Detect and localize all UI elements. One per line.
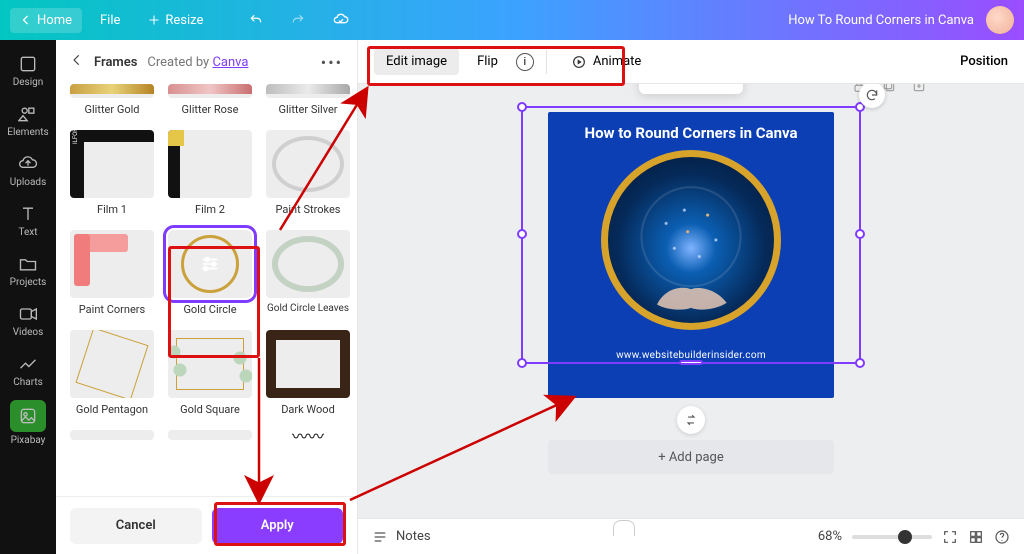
elements-icon (18, 104, 38, 124)
frame-gold-square[interactable]: Gold Square (168, 330, 252, 426)
add-page-button[interactable]: + Add page (548, 440, 834, 474)
frame-dark-wood[interactable]: Dark Wood (266, 330, 350, 426)
file-menu[interactable]: File (90, 8, 130, 33)
frame-more-1[interactable] (70, 430, 154, 440)
delete-button[interactable] (677, 84, 705, 88)
rail-projects[interactable]: Projects (0, 246, 56, 296)
frame-gold-circle[interactable]: Gold Circle (168, 230, 252, 326)
pixabay-icon (10, 400, 46, 432)
home-label: Home (37, 13, 72, 28)
panel-title: Frames (94, 55, 137, 70)
projects-icon (18, 254, 38, 274)
frame-gold-circle-leaves[interactable]: Gold Circle Leaves (266, 230, 350, 326)
frames-grid[interactable]: Glitter Gold Glitter Rose Glitter Silver… (56, 84, 357, 496)
rail-elements[interactable]: Elements (0, 96, 56, 146)
frame-more-3[interactable]: 〰〰 (266, 430, 350, 440)
text-icon (18, 204, 38, 224)
frame-film-1[interactable]: ILFORD Film 1 (70, 130, 154, 226)
selection-box[interactable]: ••• (521, 106, 861, 364)
chevron-left-icon (70, 53, 84, 67)
charts-icon (18, 354, 38, 374)
animate-icon (571, 54, 587, 70)
rail-charts[interactable]: Charts (0, 346, 56, 396)
home-button[interactable]: Home (10, 8, 82, 33)
sliders-icon (199, 253, 221, 275)
zoom-value[interactable]: 68% (818, 529, 842, 544)
redo-button[interactable] (281, 8, 315, 32)
cloud-sync-button[interactable] (323, 7, 359, 33)
undo-icon (249, 13, 263, 27)
frame-paint-corners[interactable]: Paint Corners (70, 230, 154, 326)
handle-ml[interactable] (517, 229, 527, 239)
page-tab-handle[interactable] (613, 520, 635, 536)
notes-button[interactable]: Notes (372, 529, 431, 545)
position-button[interactable]: Position (960, 54, 1008, 69)
document-title[interactable]: How To Round Corners in Canva (788, 13, 974, 28)
rail-videos[interactable]: Videos (0, 296, 56, 346)
handle-mr[interactable] (855, 229, 865, 239)
new-page-icon[interactable] (911, 84, 927, 94)
panel-byline: Created by Canva (147, 55, 248, 70)
zoom-knob[interactable] (898, 530, 912, 544)
duplicate-button[interactable] (645, 84, 673, 88)
info-icon[interactable]: i (516, 53, 534, 71)
zoom-controls: 68% (818, 529, 1010, 545)
reflow-button[interactable] (677, 406, 705, 434)
frame-glitter-gold[interactable]: Glitter Gold (70, 84, 154, 126)
rotate-icon (865, 88, 879, 102)
cloud-check-icon (333, 12, 349, 28)
frame-paint-strokes[interactable]: Paint Strokes (266, 130, 350, 226)
handle-bl[interactable] (517, 358, 527, 368)
resize-button[interactable]: Resize (138, 8, 213, 33)
frame-more-2[interactable] (168, 430, 252, 440)
animate-button[interactable]: Animate (559, 48, 653, 76)
redo-icon (291, 13, 305, 27)
rail-pixabay[interactable]: Pixabay (0, 396, 56, 446)
videos-icon (18, 304, 38, 324)
rotate-handle[interactable] (859, 84, 885, 108)
status-bar: Notes 68% (358, 518, 1024, 554)
resize-label: Resize (165, 13, 203, 28)
chevron-left-icon (20, 14, 32, 26)
context-toolbar: Edit image Flip i Animate Position (358, 40, 1024, 84)
frame-film-2[interactable]: Film 2 (168, 130, 252, 226)
handle-bottom[interactable] (679, 360, 703, 365)
rail-uploads[interactable]: Uploads (0, 146, 56, 196)
apply-button[interactable]: Apply (212, 508, 344, 544)
resize-icon (148, 14, 160, 26)
grid-view-icon[interactable] (968, 529, 984, 545)
rail-text[interactable]: Text (0, 196, 56, 246)
frame-glitter-rose[interactable]: Glitter Rose (168, 84, 252, 126)
selection-toolbar: ••• (639, 84, 743, 94)
uploads-icon (18, 154, 38, 174)
avatar[interactable] (986, 6, 1014, 34)
rail-design[interactable]: Design (0, 46, 56, 96)
frame-glitter-silver[interactable]: Glitter Silver (266, 84, 350, 126)
swap-icon (684, 413, 698, 427)
handle-br[interactable] (855, 358, 865, 368)
flip-button[interactable]: Flip (465, 48, 510, 75)
design-icon (18, 54, 38, 74)
side-rail: Design Elements Uploads Text Projects Vi… (0, 40, 56, 554)
undo-button[interactable] (239, 8, 273, 32)
panel-more-button[interactable]: ••• (321, 53, 343, 72)
handle-tl[interactable] (517, 102, 527, 112)
fullscreen-icon[interactable] (942, 529, 958, 545)
zoom-slider[interactable] (852, 535, 932, 539)
top-bar: Home File Resize How To Round Corners in… (0, 0, 1024, 40)
panel-author-link[interactable]: Canva (212, 55, 248, 70)
help-icon[interactable] (994, 529, 1010, 545)
canvas-area[interactable]: How to Round Corners in Canva www.websit… (358, 84, 1024, 518)
more-button[interactable]: ••• (709, 84, 737, 88)
edit-image-button[interactable]: Edit image (374, 48, 459, 75)
frame-gold-pentagon[interactable]: Gold Pentagon (70, 330, 154, 426)
frames-panel: Frames Created by Canva ••• Glitter Gold… (56, 40, 358, 554)
cancel-button[interactable]: Cancel (70, 508, 202, 544)
panel-back-button[interactable] (70, 53, 84, 71)
notes-icon (372, 529, 388, 545)
